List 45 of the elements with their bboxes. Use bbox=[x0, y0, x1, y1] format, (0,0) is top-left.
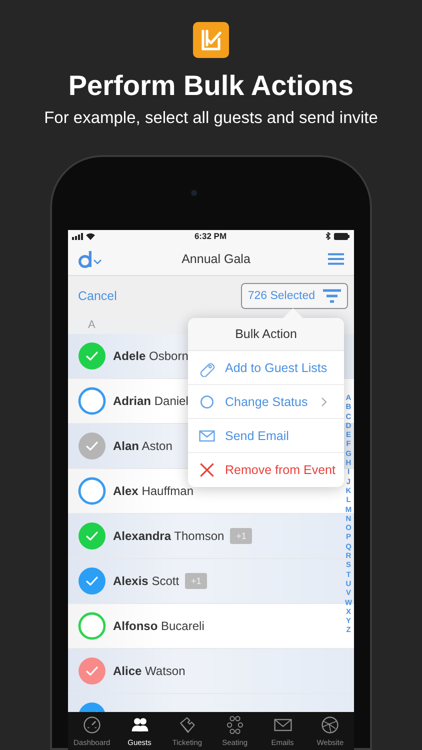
chevron-right-icon bbox=[321, 396, 327, 406]
wifi-icon bbox=[86, 232, 95, 240]
menu-icon[interactable] bbox=[328, 252, 344, 264]
status-time: 6:32 PM bbox=[193, 231, 228, 241]
promo-subtitle: For example, select all guests and send invite bbox=[44, 108, 378, 128]
menu-item[interactable]: Send Email bbox=[188, 419, 344, 453]
guest-name: Alfonso Bucareli bbox=[113, 619, 204, 633]
nav-title: Annual Gala bbox=[180, 252, 252, 266]
plus-one-badge: +1 bbox=[230, 528, 252, 544]
empty-circle[interactable] bbox=[78, 387, 106, 415]
popover-title: Bulk Action bbox=[188, 318, 344, 351]
camera-icon bbox=[191, 190, 197, 196]
guest-name: Adele Osborn bbox=[113, 349, 188, 363]
checked-circle-icon[interactable] bbox=[78, 342, 106, 370]
checked-circle-icon[interactable] bbox=[78, 567, 106, 595]
signal-icon bbox=[72, 232, 84, 240]
battery-icon bbox=[334, 232, 350, 240]
guest-name: Alice Watson bbox=[113, 664, 186, 678]
bluetooth-icon bbox=[326, 232, 331, 240]
empty-circle[interactable] bbox=[78, 477, 106, 505]
cancel-button[interactable]: Cancel bbox=[78, 289, 117, 303]
guest-name: Alexis Scott bbox=[113, 574, 180, 588]
logo-icon[interactable] bbox=[78, 250, 104, 268]
plus-one-badge: +1 bbox=[185, 573, 208, 589]
guest-name: Alan Aston bbox=[113, 439, 172, 453]
guest-name: Adrian Daniel bbox=[113, 394, 188, 408]
guest-name: Alexandra Thomson bbox=[113, 529, 224, 543]
checked-circle-icon[interactable] bbox=[78, 657, 106, 685]
ticket-icon bbox=[177, 715, 198, 735]
checked-circle-icon[interactable] bbox=[78, 522, 106, 550]
promo-title: Perform Bulk Actions bbox=[68, 70, 354, 102]
app-logo-icon bbox=[193, 22, 229, 58]
circles-icon bbox=[224, 715, 245, 735]
menu-item[interactable]: Remove from Event bbox=[188, 453, 344, 487]
selection-button[interactable]: 726 Selected bbox=[240, 283, 348, 309]
circle-icon bbox=[198, 392, 216, 410]
close-icon bbox=[198, 461, 216, 479]
filter-icon bbox=[323, 289, 341, 303]
menu-item[interactable]: Add to Guest Lists bbox=[188, 351, 344, 385]
checked-circle-icon[interactable] bbox=[78, 432, 106, 460]
menu-item[interactable]: Change Status bbox=[188, 385, 344, 419]
empty-circle[interactable] bbox=[78, 612, 106, 640]
globe-icon bbox=[320, 715, 340, 735]
gauge-icon bbox=[82, 715, 102, 735]
guest-name: Alex Hauffman bbox=[113, 484, 194, 498]
